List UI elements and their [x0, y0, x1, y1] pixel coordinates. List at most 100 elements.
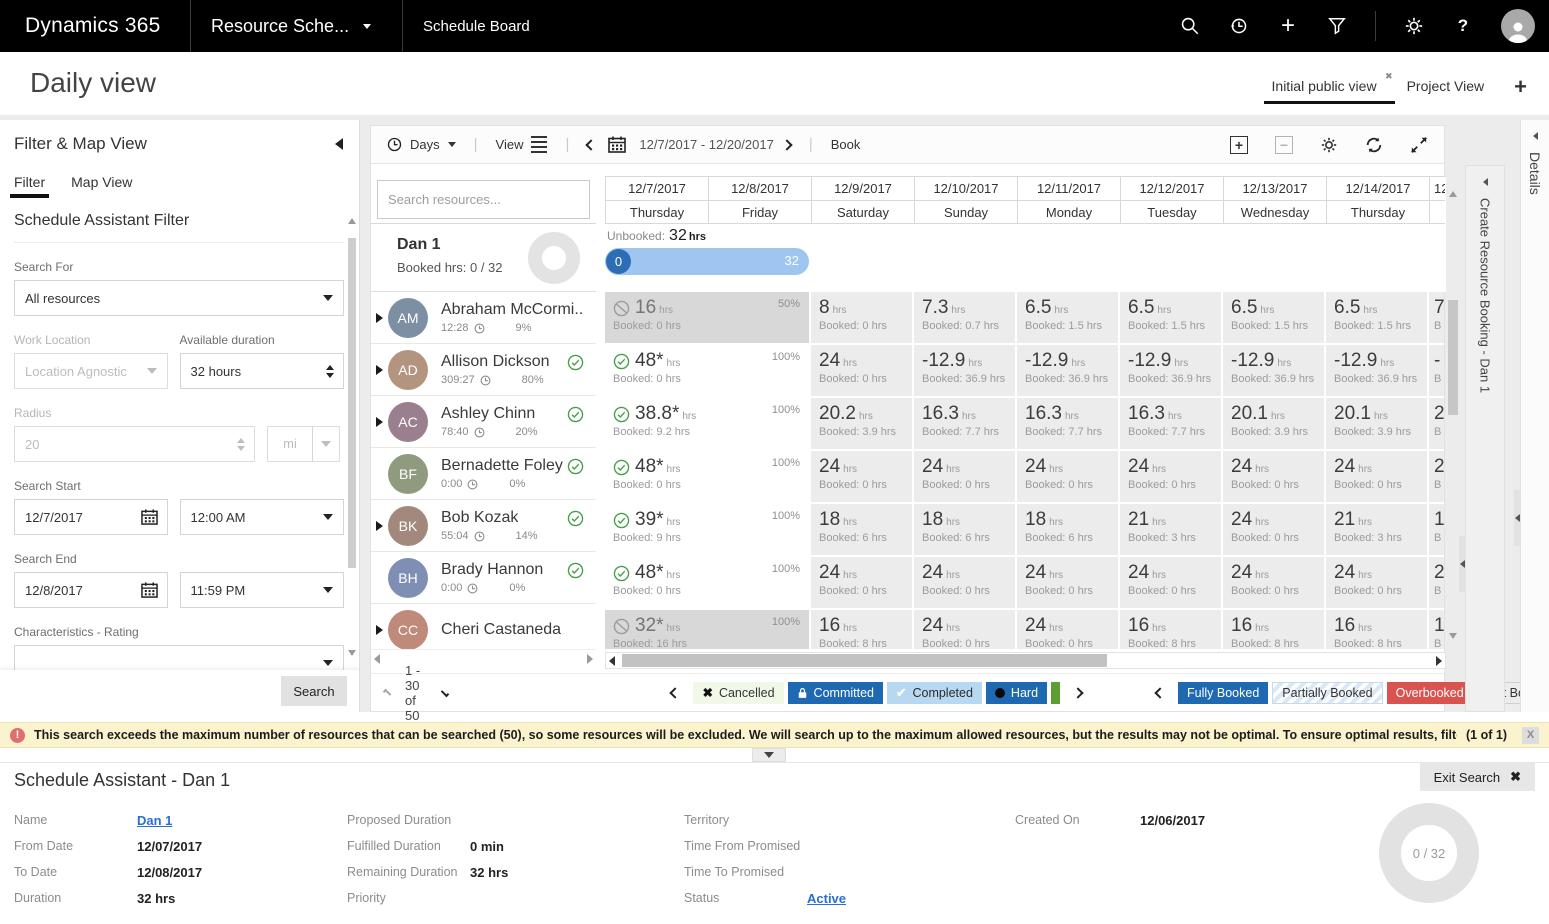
add-view-tab-button[interactable]: +: [1514, 74, 1527, 108]
legend-scroll-right-icon[interactable]: [1072, 687, 1083, 698]
day-cell[interactable]: 24hrsBooked: 0 hrs: [1017, 557, 1118, 608]
day-cell[interactable]: 7.3hrsBooked: 0.7 hrs: [914, 292, 1015, 343]
day-cell[interactable]: 24hrsBooked: 0 hrs: [1017, 610, 1118, 649]
zoom-in-icon[interactable]: +: [1230, 136, 1248, 154]
zoom-out-icon[interactable]: −: [1275, 136, 1293, 154]
scroll-up-icon[interactable]: [1449, 191, 1457, 197]
page-up-icon[interactable]: [383, 688, 392, 697]
day-cell[interactable]: 18hrsBooked: 6 hrs: [914, 504, 1015, 555]
day-cell[interactable]: 16hrsBooked: 8 hrs: [1120, 610, 1221, 649]
rail-handle[interactable]: [1514, 490, 1521, 546]
day-cell[interactable]: 24hrsBooked: 0 hrs: [1120, 451, 1221, 502]
calendar-icon[interactable]: [608, 136, 626, 153]
app-switcher[interactable]: Resource Sche...: [190, 0, 403, 52]
day-cell[interactable]: -12.9hrsBooked: 36.9 hrs: [1326, 345, 1427, 396]
day-cell-partial[interactable]: 7B: [1429, 292, 1444, 343]
search-start-time[interactable]: 12:00 AM: [180, 499, 344, 535]
day-cell[interactable]: 6.5hrsBooked: 1.5 hrs: [1223, 292, 1324, 343]
legend-overbooked[interactable]: Overbooked: [1387, 682, 1473, 704]
scrollbar-thumb[interactable]: [622, 654, 1107, 667]
scroll-left-icon[interactable]: [609, 656, 615, 666]
day-cell[interactable]: 6.5hrsBooked: 1.5 hrs: [1326, 292, 1427, 343]
refresh-icon[interactable]: [1365, 136, 1383, 154]
day-cell-partial[interactable]: 2B: [1429, 398, 1444, 449]
user-avatar[interactable]: [1501, 9, 1535, 43]
day-cell[interactable]: 18hrsBooked: 6 hrs: [811, 504, 912, 555]
brand-logo[interactable]: Dynamics 365: [0, 14, 190, 38]
mode-selector[interactable]: Days: [387, 137, 456, 152]
legend-status-hard[interactable]: Hard: [986, 682, 1047, 704]
scrollbar-thumb[interactable]: [1448, 300, 1458, 415]
resource-row[interactable]: ACAshley Chinn78:4020%: [371, 396, 596, 448]
day-cell-partial[interactable]: -B: [1429, 345, 1444, 396]
search-for-select[interactable]: All resources: [14, 280, 344, 316]
scroll-down-icon[interactable]: [348, 650, 356, 656]
resource-row[interactable]: ADAllison Dickson309:2780%: [371, 344, 596, 396]
day-cell[interactable]: -12.9hrsBooked: 36.9 hrs: [1223, 345, 1324, 396]
day-cell-partial[interactable]: 2B: [1429, 451, 1444, 502]
day-cell[interactable]: 20.1hrsBooked: 3.9 hrs: [1326, 398, 1427, 449]
day-cell[interactable]: -12.9hrsBooked: 36.9 hrs: [1120, 345, 1221, 396]
search-end-date[interactable]: 12/8/2017: [14, 572, 168, 608]
day-cell[interactable]: 16.3hrsBooked: 7.7 hrs: [1120, 398, 1221, 449]
work-location-select[interactable]: Location Agnostic: [14, 353, 168, 389]
resource-name[interactable]: Brady Hannon: [441, 561, 543, 579]
calendar-icon[interactable]: [141, 509, 158, 525]
filter-panel-scrollbar[interactable]: [347, 212, 357, 662]
fullscreen-expand-icon[interactable]: [1410, 136, 1428, 154]
search-button[interactable]: Search: [281, 676, 347, 706]
resource-name[interactable]: Bob Kozak: [441, 509, 518, 527]
expander-icon[interactable]: [371, 625, 388, 635]
radius-unit-select[interactable]: mi: [267, 426, 340, 462]
day-cell[interactable]: 24hrsBooked: 0 hrs: [1223, 557, 1324, 608]
day-cell[interactable]: 16.3hrsBooked: 7.7 hrs: [1017, 398, 1118, 449]
expand-panel-icon[interactable]: [1533, 132, 1538, 140]
book-button[interactable]: Book: [831, 137, 861, 152]
day-cell[interactable]: -12.9hrsBooked: 36.9 hrs: [914, 345, 1015, 396]
create-new-icon[interactable]: +: [1277, 15, 1299, 37]
scroll-right-icon[interactable]: [1436, 656, 1442, 666]
legend-scroll-left-icon[interactable]: [1154, 687, 1165, 698]
legend-status-completed[interactable]: ✔Completed: [887, 682, 982, 704]
field-value[interactable]: Dan 1: [137, 813, 172, 828]
day-cell[interactable]: 24hrsBooked: 0 hrs: [1120, 557, 1221, 608]
expand-panel-icon[interactable]: [1483, 178, 1488, 186]
radius-input[interactable]: 20: [14, 426, 255, 462]
day-cell[interactable]: 24hrsBooked: 0 hrs: [811, 451, 912, 502]
tab-map-view[interactable]: Map View: [71, 174, 132, 198]
date-column-header[interactable]: 12/7/2017Thursday: [606, 177, 709, 224]
day-cell[interactable]: 24hrsBooked: 0 hrs: [1326, 451, 1427, 502]
day-cell[interactable]: 24hrsBooked: 0 hrs: [811, 345, 912, 396]
day-cell[interactable]: 24hrsBooked: 0 hrs: [914, 557, 1015, 608]
scroll-up-icon[interactable]: [348, 218, 356, 224]
day-cell[interactable]: 24hrsBooked: 0 hrs: [914, 451, 1015, 502]
grid-vertical-scrollbar[interactable]: [1447, 185, 1459, 645]
day-cell[interactable]: 20.1hrsBooked: 3.9 hrs: [1223, 398, 1324, 449]
expander-icon[interactable]: [371, 417, 388, 427]
day-cell[interactable]: 6.5hrsBooked: 1.5 hrs: [1120, 292, 1221, 343]
filter-funnel-icon[interactable]: [1326, 15, 1348, 37]
collapse-details-tab[interactable]: [752, 748, 786, 762]
recent-history-icon[interactable]: [1228, 15, 1250, 37]
expander-icon[interactable]: [371, 521, 388, 531]
unbooked-duration-bar[interactable]: 0 32: [605, 248, 809, 275]
create-resource-booking-rail[interactable]: Create Resource Booking - Dan 1: [1465, 165, 1505, 712]
tab-initial-public-view[interactable]: Initial public view ✖: [1272, 78, 1377, 104]
day-cell[interactable]: 24hrsBooked: 0 hrs: [1223, 504, 1324, 555]
close-warning-icon[interactable]: X: [1522, 727, 1539, 744]
search-window-cell[interactable]: 48*hrs100%Booked: 0 hrs: [605, 451, 809, 502]
requirement-card[interactable]: Dan 1 Booked hrs: 0 / 32: [371, 224, 596, 292]
search-window-cell[interactable]: 32*hrs100%Booked: 16 hrs: [605, 610, 809, 649]
day-cell[interactable]: 16.3hrsBooked: 7.7 hrs: [914, 398, 1015, 449]
day-cell[interactable]: -12.9hrsBooked: 36.9 hrs: [1017, 345, 1118, 396]
day-cell[interactable]: 24hrsBooked: 0 hrs: [1326, 557, 1427, 608]
day-cell[interactable]: 24hrsBooked: 0 hrs: [1223, 451, 1324, 502]
resource-row[interactable]: BKBob Kozak55:0414%: [371, 500, 596, 552]
date-column-header[interactable]: 12/12/2017Tuesday: [1121, 177, 1224, 224]
day-cell[interactable]: 24hrsBooked: 0 hrs: [914, 610, 1015, 649]
date-range-label[interactable]: 12/7/2017 - 12/20/2017: [639, 137, 773, 152]
close-tab-icon[interactable]: ✖: [1385, 71, 1393, 82]
day-cell-partial[interactable]: 1B: [1429, 610, 1444, 649]
resource-row[interactable]: BFBernadette Foley0:000%: [371, 448, 596, 500]
legend-scroll-left-icon[interactable]: [670, 687, 681, 698]
